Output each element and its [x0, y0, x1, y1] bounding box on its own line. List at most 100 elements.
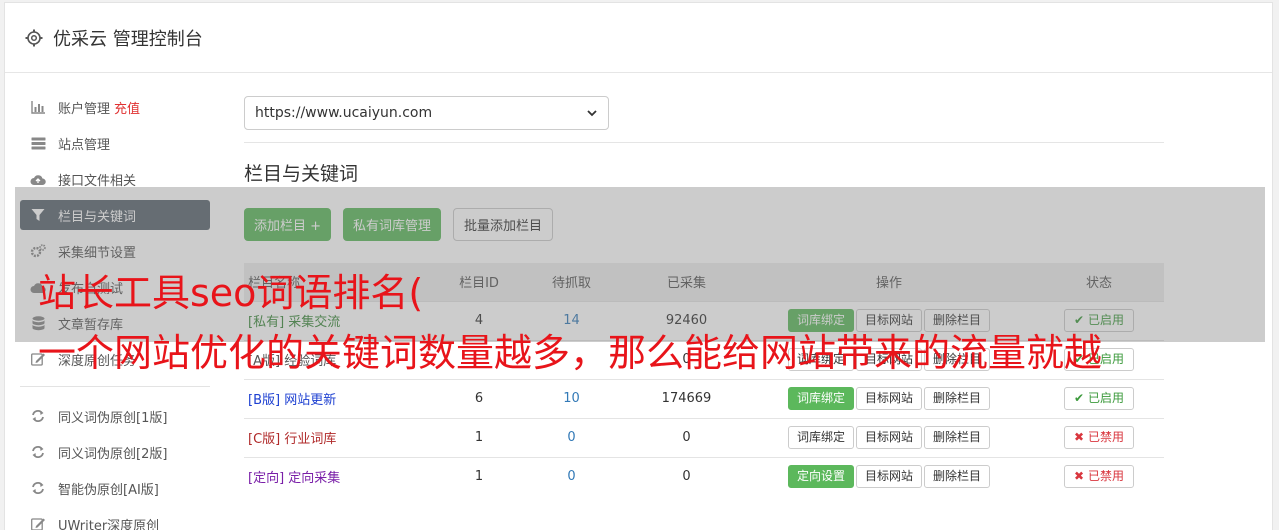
- status-toggle[interactable]: ✔ 已启用: [1064, 309, 1134, 332]
- column-id: 1: [444, 456, 514, 496]
- sidebar-item-0[interactable]: 账户管理 充值: [20, 92, 210, 122]
- status-toggle[interactable]: ✖ 已禁用: [1064, 465, 1134, 489]
- table-row: [B版] 网站更新 6 10 174669 词库绑定 目标网站 删除栏目 ✔ 已启用: [244, 378, 1164, 418]
- database-icon: [30, 315, 46, 331]
- gear-icon: [25, 29, 43, 47]
- bind-button[interactable]: 定向设置: [787, 465, 854, 489]
- action-bar: 添加栏目 + 私有词库管理 批量添加栏目: [244, 208, 1164, 241]
- collected-count: 0: [629, 456, 744, 496]
- recharge-link[interactable]: 充值: [114, 98, 140, 117]
- pending-count[interactable]: 0: [567, 469, 575, 484]
- status-label: 已禁用: [1087, 469, 1124, 484]
- column-name-cell: [C版] 行业词库: [244, 417, 444, 457]
- watermark-line-1: 站长工具seo词语排名(: [38, 271, 424, 315]
- column-link[interactable]: [定向] 定向采集: [248, 471, 340, 486]
- status-toggle[interactable]: ✔ 已启用: [1064, 387, 1134, 410]
- column-prefix: [私有]: [248, 315, 285, 330]
- check-icon: ✔: [1074, 313, 1085, 327]
- status-cell: ✔ 已启用: [1034, 378, 1164, 418]
- pending-count[interactable]: 10: [563, 391, 580, 406]
- sidebar-tool-label: UWriter深度原创: [58, 518, 160, 530]
- sidebar-item-1[interactable]: 站点管理: [20, 128, 210, 158]
- collected-count: 0: [629, 417, 744, 457]
- col-header-pending: 待抓取: [514, 263, 629, 301]
- column-id: 1: [444, 417, 514, 457]
- sidebar-divider: [20, 386, 210, 387]
- sidebar-item-label: 账户管理: [58, 101, 111, 117]
- divider: [244, 142, 1164, 143]
- col-header-ops: 操作: [744, 263, 1034, 301]
- bind-button[interactable]: 词库绑定: [787, 426, 854, 449]
- column-name: 采集交流: [288, 315, 341, 330]
- target-site-button[interactable]: 目标网站: [855, 387, 922, 410]
- site-select-value: https://www.ucaiyun.com: [255, 105, 433, 121]
- ops-cell: 词库绑定 目标网站 删除栏目: [744, 417, 1034, 457]
- col-header-id: 栏目ID: [444, 263, 514, 301]
- sidebar-item-label: 采集细节设置: [58, 245, 137, 261]
- pending-count[interactable]: 14: [563, 313, 580, 328]
- check-icon: ✔: [1074, 391, 1085, 405]
- column-name: 行业词库: [284, 432, 337, 447]
- filter-icon: [30, 207, 46, 223]
- cloud-upload-icon: [30, 171, 46, 187]
- ops-cell: 词库绑定 目标网站 删除栏目: [744, 378, 1034, 418]
- status-label: 已启用: [1087, 391, 1124, 405]
- status-cell: ✖ 已禁用: [1034, 417, 1164, 457]
- sidebar-tool-1[interactable]: 同义词伪原创[2版]: [20, 437, 210, 467]
- column-name-cell: [B版] 网站更新: [244, 378, 444, 418]
- column-id: 6: [444, 378, 514, 418]
- target-site-button[interactable]: 目标网站: [855, 465, 922, 489]
- sidebar-tool-label: 智能伪原创[AI版]: [58, 482, 159, 498]
- x-icon: ✖: [1074, 469, 1085, 484]
- page-title: 优采云 管理控制台: [53, 28, 203, 50]
- sidebar-item-label: 站点管理: [58, 137, 111, 153]
- private-lib-button[interactable]: 私有词库管理: [343, 208, 442, 241]
- bar-chart-icon: [30, 99, 46, 115]
- server-icon: [30, 135, 46, 151]
- pending-count[interactable]: 0: [567, 430, 575, 445]
- bind-button[interactable]: 词库绑定: [787, 387, 854, 410]
- bind-button[interactable]: 词库绑定: [787, 309, 854, 332]
- status-label: 已启用: [1087, 313, 1124, 327]
- table-row: [C版] 行业词库 1 0 0 词库绑定 目标网站 删除栏目 ✖ 已禁用: [244, 417, 1164, 457]
- sidebar-item-label: 接口文件相关: [58, 173, 137, 189]
- chevron-down-icon: [587, 110, 597, 117]
- target-site-button[interactable]: 目标网站: [855, 309, 922, 332]
- sidebar-item-4[interactable]: 采集细节设置: [20, 236, 210, 266]
- sidebar-item-2[interactable]: 接口文件相关: [20, 164, 210, 194]
- sidebar-tool-3[interactable]: UWriter深度原创: [20, 509, 210, 530]
- sidebar-item-3[interactable]: 栏目与关键词: [20, 200, 210, 230]
- column-prefix: [B版]: [248, 393, 281, 408]
- sidebar-tool-0[interactable]: 同义词伪原创[1版]: [20, 401, 210, 431]
- cogs-icon: [30, 243, 46, 259]
- table-row: [定向] 定向采集 1 0 0 定向设置 目标网站 删除栏目 ✖ 已禁用: [244, 456, 1164, 496]
- batch-add-button[interactable]: 批量添加栏目: [453, 208, 554, 241]
- sidebar-tool-label: 同义词伪原创[2版]: [58, 446, 168, 462]
- refresh-icon: [30, 408, 46, 424]
- refresh-icon: [30, 480, 46, 496]
- section-title: 栏目与关键词: [244, 163, 359, 185]
- sidebar-item-label: 文章暂存库: [58, 317, 124, 333]
- target-site-button[interactable]: 目标网站: [855, 426, 922, 449]
- sidebar-tool-2[interactable]: 智能伪原创[AI版]: [20, 473, 210, 503]
- sidebar-tool-label: 同义词伪原创[1版]: [58, 410, 168, 426]
- column-link[interactable]: [C版] 行业词库: [248, 432, 336, 447]
- status-cell: ✖ 已禁用: [1034, 456, 1164, 496]
- sidebar-item-label: 栏目与关键词: [58, 209, 137, 225]
- column-link[interactable]: [私有] 采集交流: [248, 315, 340, 330]
- panel-header: 优采云 管理控制台: [5, 3, 1272, 73]
- col-header-status: 状态: [1034, 263, 1164, 301]
- add-column-button[interactable]: 添加栏目 +: [244, 208, 332, 241]
- delete-column-button[interactable]: 删除栏目: [924, 426, 991, 449]
- delete-column-button[interactable]: 删除栏目: [924, 465, 991, 489]
- column-name: 定向采集: [288, 471, 341, 487]
- x-icon: ✖: [1074, 430, 1085, 444]
- status-toggle[interactable]: ✖ 已禁用: [1064, 426, 1134, 449]
- column-link[interactable]: [B版] 网站更新: [248, 393, 336, 408]
- delete-column-button[interactable]: 删除栏目: [924, 309, 991, 332]
- site-select[interactable]: https://www.ucaiyun.com: [244, 96, 609, 130]
- delete-column-button[interactable]: 删除栏目: [924, 387, 991, 410]
- ops-cell: 定向设置 目标网站 删除栏目: [744, 456, 1034, 496]
- collected-count: 174669: [629, 378, 744, 418]
- refresh-icon: [30, 444, 46, 460]
